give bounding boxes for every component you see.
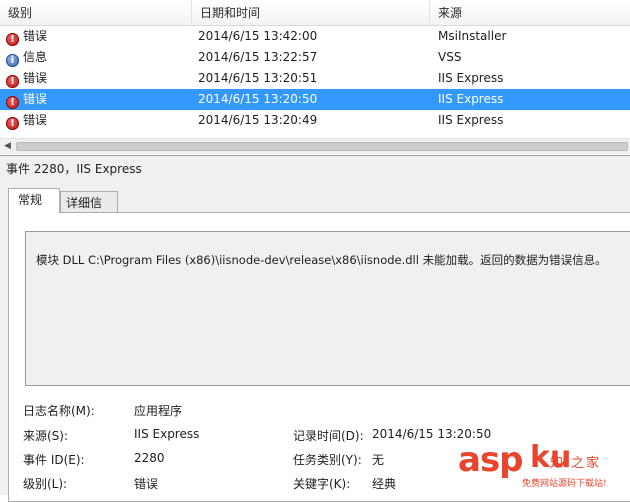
- event-row[interactable]: ! 错误 2014/6/15 13:20:49 IIS Express: [0, 110, 630, 131]
- scrollbar-thumb[interactable]: [16, 142, 628, 151]
- row-level-text: 错误: [23, 29, 48, 43]
- row-level: ! 错误: [6, 110, 47, 131]
- info-icon: i: [6, 54, 19, 67]
- row-source: IIS Express: [438, 71, 504, 85]
- source-label: 来源(S):: [23, 429, 69, 443]
- watermark-cn: 知 之家: [550, 456, 602, 471]
- keywords-value: 经典: [372, 477, 397, 491]
- column-header-date[interactable]: 日期和时间: [192, 0, 430, 25]
- row-source: IIS Express: [438, 113, 504, 127]
- column-header-source[interactable]: 来源: [430, 0, 630, 25]
- row-date: 2014/6/15 13:22:57: [198, 50, 318, 64]
- log-name-label: 日志名称(M):: [23, 404, 95, 418]
- row-date: 2014/6/15 13:20:50: [198, 92, 318, 106]
- row-level: i 信息: [6, 47, 47, 68]
- level-value: 错误: [134, 477, 159, 491]
- row-level: ! 错误: [6, 89, 47, 110]
- row-source: MsiInstaller: [438, 29, 507, 43]
- detail-title: 事件 2280，IIS Express: [6, 162, 142, 176]
- event-id-label: 事件 ID(E):: [23, 453, 85, 467]
- logged-label: 记录时间(D):: [293, 429, 364, 443]
- row-source: VSS: [438, 50, 462, 64]
- event-id-value: 2280: [134, 451, 165, 465]
- row-date: 2014/6/15 13:20:49: [198, 113, 318, 127]
- event-message-box[interactable]: 模块 DLL C:\Program Files (x86)\iisnode-de…: [25, 231, 630, 386]
- event-message: 模块 DLL C:\Program Files (x86)\iisnode-de…: [36, 253, 607, 267]
- error-icon: !: [6, 75, 19, 88]
- event-row-selected[interactable]: ! 错误 2014/6/15 13:20:50 IIS Express: [0, 89, 630, 110]
- watermark-subtitle: 免费网站源码下载站!: [522, 479, 607, 489]
- logged-value: 2014/6/15 13:20:50: [372, 427, 492, 441]
- event-row[interactable]: i 信息 2014/6/15 13:22:57 VSS: [0, 47, 630, 68]
- row-source: IIS Express: [438, 92, 504, 106]
- keywords-label: 关键字(K):: [293, 477, 351, 491]
- level-label: 级别(L):: [23, 477, 68, 491]
- watermark-asp: asp: [458, 440, 524, 480]
- horizontal-scrollbar[interactable]: ◀: [0, 138, 630, 154]
- row-level-text: 错误: [23, 113, 48, 127]
- row-date: 2014/6/15 13:42:00: [198, 29, 318, 43]
- event-row[interactable]: ! 错误 2014/6/15 13:42:00 MsiInstaller: [0, 26, 630, 47]
- log-name-value: 应用程序: [134, 404, 183, 418]
- row-level: ! 错误: [6, 26, 47, 47]
- error-icon: !: [6, 96, 19, 109]
- row-level-text: 信息: [23, 50, 48, 64]
- list-header: 级别 日期和时间 来源: [0, 0, 630, 26]
- tab-general[interactable]: 常规: [8, 188, 60, 213]
- source-value: IIS Express: [134, 427, 200, 441]
- event-list[interactable]: 级别 日期和时间 来源 ! 错误 2014/6/15 13:42:00 MsiIn…: [0, 0, 630, 138]
- scroll-left-arrow-icon[interactable]: ◀: [2, 140, 13, 153]
- column-header-level[interactable]: 级别: [0, 0, 192, 25]
- tab-details[interactable]: 详细信息: [60, 191, 118, 232]
- row-level-text: 错误: [23, 71, 48, 85]
- aspku-watermark-logo: asp ku 知 之家 免费网站源码下载站!: [458, 440, 630, 495]
- task-category-label: 任务类别(Y):: [293, 453, 362, 467]
- row-level: ! 错误: [6, 68, 47, 89]
- event-row[interactable]: ! 错误 2014/6/15 13:20:51 IIS Express: [0, 68, 630, 89]
- detail-header: 事件 2280，IIS Express: [0, 155, 630, 184]
- row-level-text: 错误: [23, 92, 48, 106]
- error-icon: !: [6, 33, 19, 46]
- row-date: 2014/6/15 13:20:51: [198, 71, 318, 85]
- task-category-value: 无: [372, 453, 385, 467]
- error-icon: !: [6, 117, 19, 130]
